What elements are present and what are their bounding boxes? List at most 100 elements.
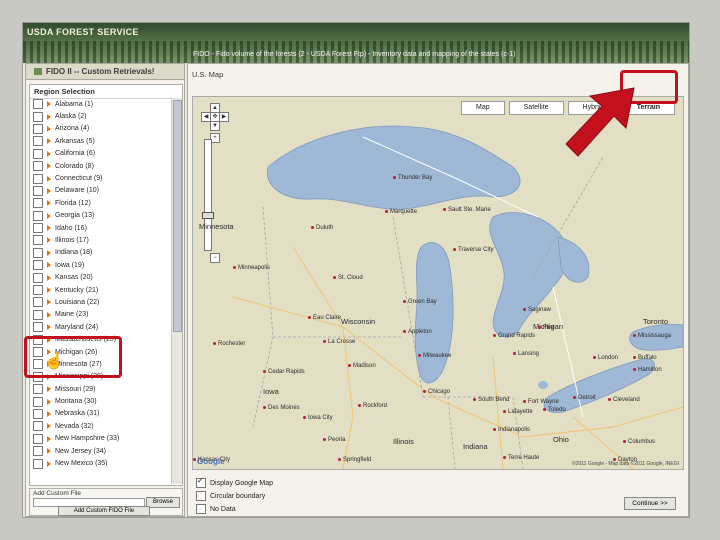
expand-arrow-icon[interactable] xyxy=(47,460,51,467)
expand-arrow-icon[interactable] xyxy=(47,125,51,132)
no-data-checkbox[interactable] xyxy=(196,504,206,514)
state-checkbox[interactable] xyxy=(33,210,43,221)
state-list-item[interactable]: Kentucky (21) xyxy=(30,284,170,296)
state-checkbox[interactable] xyxy=(33,247,43,258)
expand-arrow-icon[interactable] xyxy=(47,448,51,455)
map-type-satellite-button[interactable]: Satellite xyxy=(508,101,564,115)
expand-arrow-icon[interactable] xyxy=(47,324,51,331)
state-list-item[interactable]: Louisiana (22) xyxy=(30,296,170,308)
state-checkbox[interactable] xyxy=(33,272,43,283)
pan-right-icon[interactable]: ▶ xyxy=(219,112,229,122)
state-list-item[interactable]: Missouri (29) xyxy=(30,383,170,395)
state-checkbox[interactable] xyxy=(33,161,43,172)
state-checkbox[interactable] xyxy=(33,198,43,209)
state-checkbox[interactable] xyxy=(33,433,43,444)
state-list-item[interactable]: Colorado (8) xyxy=(30,160,170,172)
circular-boundary-option[interactable]: Circular boundary xyxy=(196,491,265,501)
state-list-item[interactable]: Maryland (24) xyxy=(30,321,170,333)
state-list-item[interactable]: Florida (12) xyxy=(30,197,170,209)
state-checkbox[interactable] xyxy=(33,421,43,432)
scrollbar-thumb[interactable] xyxy=(173,100,182,332)
no-data-option[interactable]: No Data xyxy=(196,504,236,514)
state-checkbox[interactable] xyxy=(33,260,43,271)
state-checkbox[interactable] xyxy=(33,185,43,196)
state-list-item[interactable]: Indiana (18) xyxy=(30,247,170,259)
state-list-item[interactable]: Kansas (20) xyxy=(30,271,170,283)
state-list-item[interactable]: Alaska (2) xyxy=(30,110,170,122)
state-checkbox[interactable] xyxy=(33,173,43,184)
map-city-label: Springfield xyxy=(338,457,371,463)
state-checkbox[interactable] xyxy=(33,384,43,395)
state-checkbox[interactable] xyxy=(33,99,43,110)
state-list-item[interactable]: Nebraska (31) xyxy=(30,408,170,420)
expand-arrow-icon[interactable] xyxy=(47,410,51,417)
expand-arrow-icon[interactable] xyxy=(47,311,51,318)
map-type-map-button[interactable]: Map xyxy=(461,101,505,115)
expand-arrow-icon[interactable] xyxy=(47,386,51,393)
state-checkbox[interactable] xyxy=(33,136,43,147)
circular-boundary-checkbox[interactable] xyxy=(196,491,206,501)
state-checkbox[interactable] xyxy=(33,235,43,246)
state-list-item[interactable]: New Jersey (34) xyxy=(30,445,170,457)
state-list-item[interactable]: Delaware (10) xyxy=(30,185,170,197)
continue-button[interactable]: Continue >> xyxy=(624,497,676,510)
state-list-item[interactable]: New Mexico (35) xyxy=(30,457,170,469)
state-list-scrollbar[interactable] xyxy=(171,98,182,484)
expand-arrow-icon[interactable] xyxy=(47,398,51,405)
state-checkbox[interactable] xyxy=(33,396,43,407)
expand-arrow-icon[interactable] xyxy=(47,113,51,120)
expand-arrow-icon[interactable] xyxy=(47,299,51,306)
expand-arrow-icon[interactable] xyxy=(47,225,51,232)
state-list-item[interactable]: Idaho (16) xyxy=(30,222,170,234)
expand-arrow-icon[interactable] xyxy=(47,212,51,219)
state-label: Nevada (32) xyxy=(55,422,94,430)
expand-arrow-icon[interactable] xyxy=(47,150,51,157)
state-checkbox[interactable] xyxy=(33,123,43,134)
expand-arrow-icon[interactable] xyxy=(47,237,51,244)
expand-arrow-icon[interactable] xyxy=(47,435,51,442)
state-list-item[interactable]: Arizona (4) xyxy=(30,123,170,135)
state-list-item[interactable]: New Hampshire (33) xyxy=(30,433,170,445)
expand-arrow-icon[interactable] xyxy=(47,175,51,182)
expand-arrow-icon[interactable] xyxy=(47,101,51,108)
state-label: Kentucky (21) xyxy=(55,286,99,294)
state-list-item[interactable]: Alabama (1) xyxy=(30,98,170,110)
expand-arrow-icon[interactable] xyxy=(47,262,51,269)
state-list-item[interactable]: Maine (23) xyxy=(30,309,170,321)
state-list-item[interactable]: Georgia (13) xyxy=(30,210,170,222)
state-label: Arkansas (5) xyxy=(55,137,95,145)
expand-arrow-icon[interactable] xyxy=(47,274,51,281)
expand-arrow-icon[interactable] xyxy=(47,187,51,194)
expand-arrow-icon[interactable] xyxy=(47,138,51,145)
zoom-slider-knob[interactable] xyxy=(202,212,214,219)
state-list-item[interactable]: Arkansas (5) xyxy=(30,135,170,147)
display-google-map-option[interactable]: ✓ Display Google Map xyxy=(196,476,273,488)
add-custom-fido-file-button[interactable]: Add Custom FIDO File xyxy=(58,506,150,516)
state-list-item[interactable]: Montana (30) xyxy=(30,395,170,407)
state-checkbox[interactable] xyxy=(33,458,43,469)
expand-arrow-icon[interactable] xyxy=(47,200,51,207)
state-list-item[interactable]: California (6) xyxy=(30,148,170,160)
state-checkbox[interactable] xyxy=(33,111,43,122)
state-list-item[interactable]: Connecticut (9) xyxy=(30,172,170,184)
state-checkbox[interactable] xyxy=(33,322,43,333)
expand-arrow-icon[interactable] xyxy=(47,287,51,294)
display-google-map-checkbox[interactable]: ✓ xyxy=(196,476,206,488)
state-list-item[interactable]: Illinois (17) xyxy=(30,234,170,246)
state-list-item[interactable]: Iowa (19) xyxy=(30,259,170,271)
expand-arrow-icon[interactable] xyxy=(47,249,51,256)
state-checkbox[interactable] xyxy=(33,309,43,320)
pan-down-icon[interactable]: ▼ xyxy=(210,121,220,131)
state-checkbox[interactable] xyxy=(33,446,43,457)
state-list-item[interactable]: Nevada (32) xyxy=(30,420,170,432)
state-checkbox[interactable] xyxy=(33,285,43,296)
state-checkbox[interactable] xyxy=(33,148,43,159)
state-checkbox[interactable] xyxy=(33,223,43,234)
state-checkbox[interactable] xyxy=(33,408,43,419)
state-checkbox[interactable] xyxy=(33,297,43,308)
expand-arrow-icon[interactable] xyxy=(47,163,51,170)
zoom-slider[interactable] xyxy=(202,139,214,251)
expand-arrow-icon[interactable] xyxy=(47,423,51,430)
zoom-out-icon[interactable]: − xyxy=(210,253,220,263)
browse-button[interactable]: Browse xyxy=(146,497,180,508)
